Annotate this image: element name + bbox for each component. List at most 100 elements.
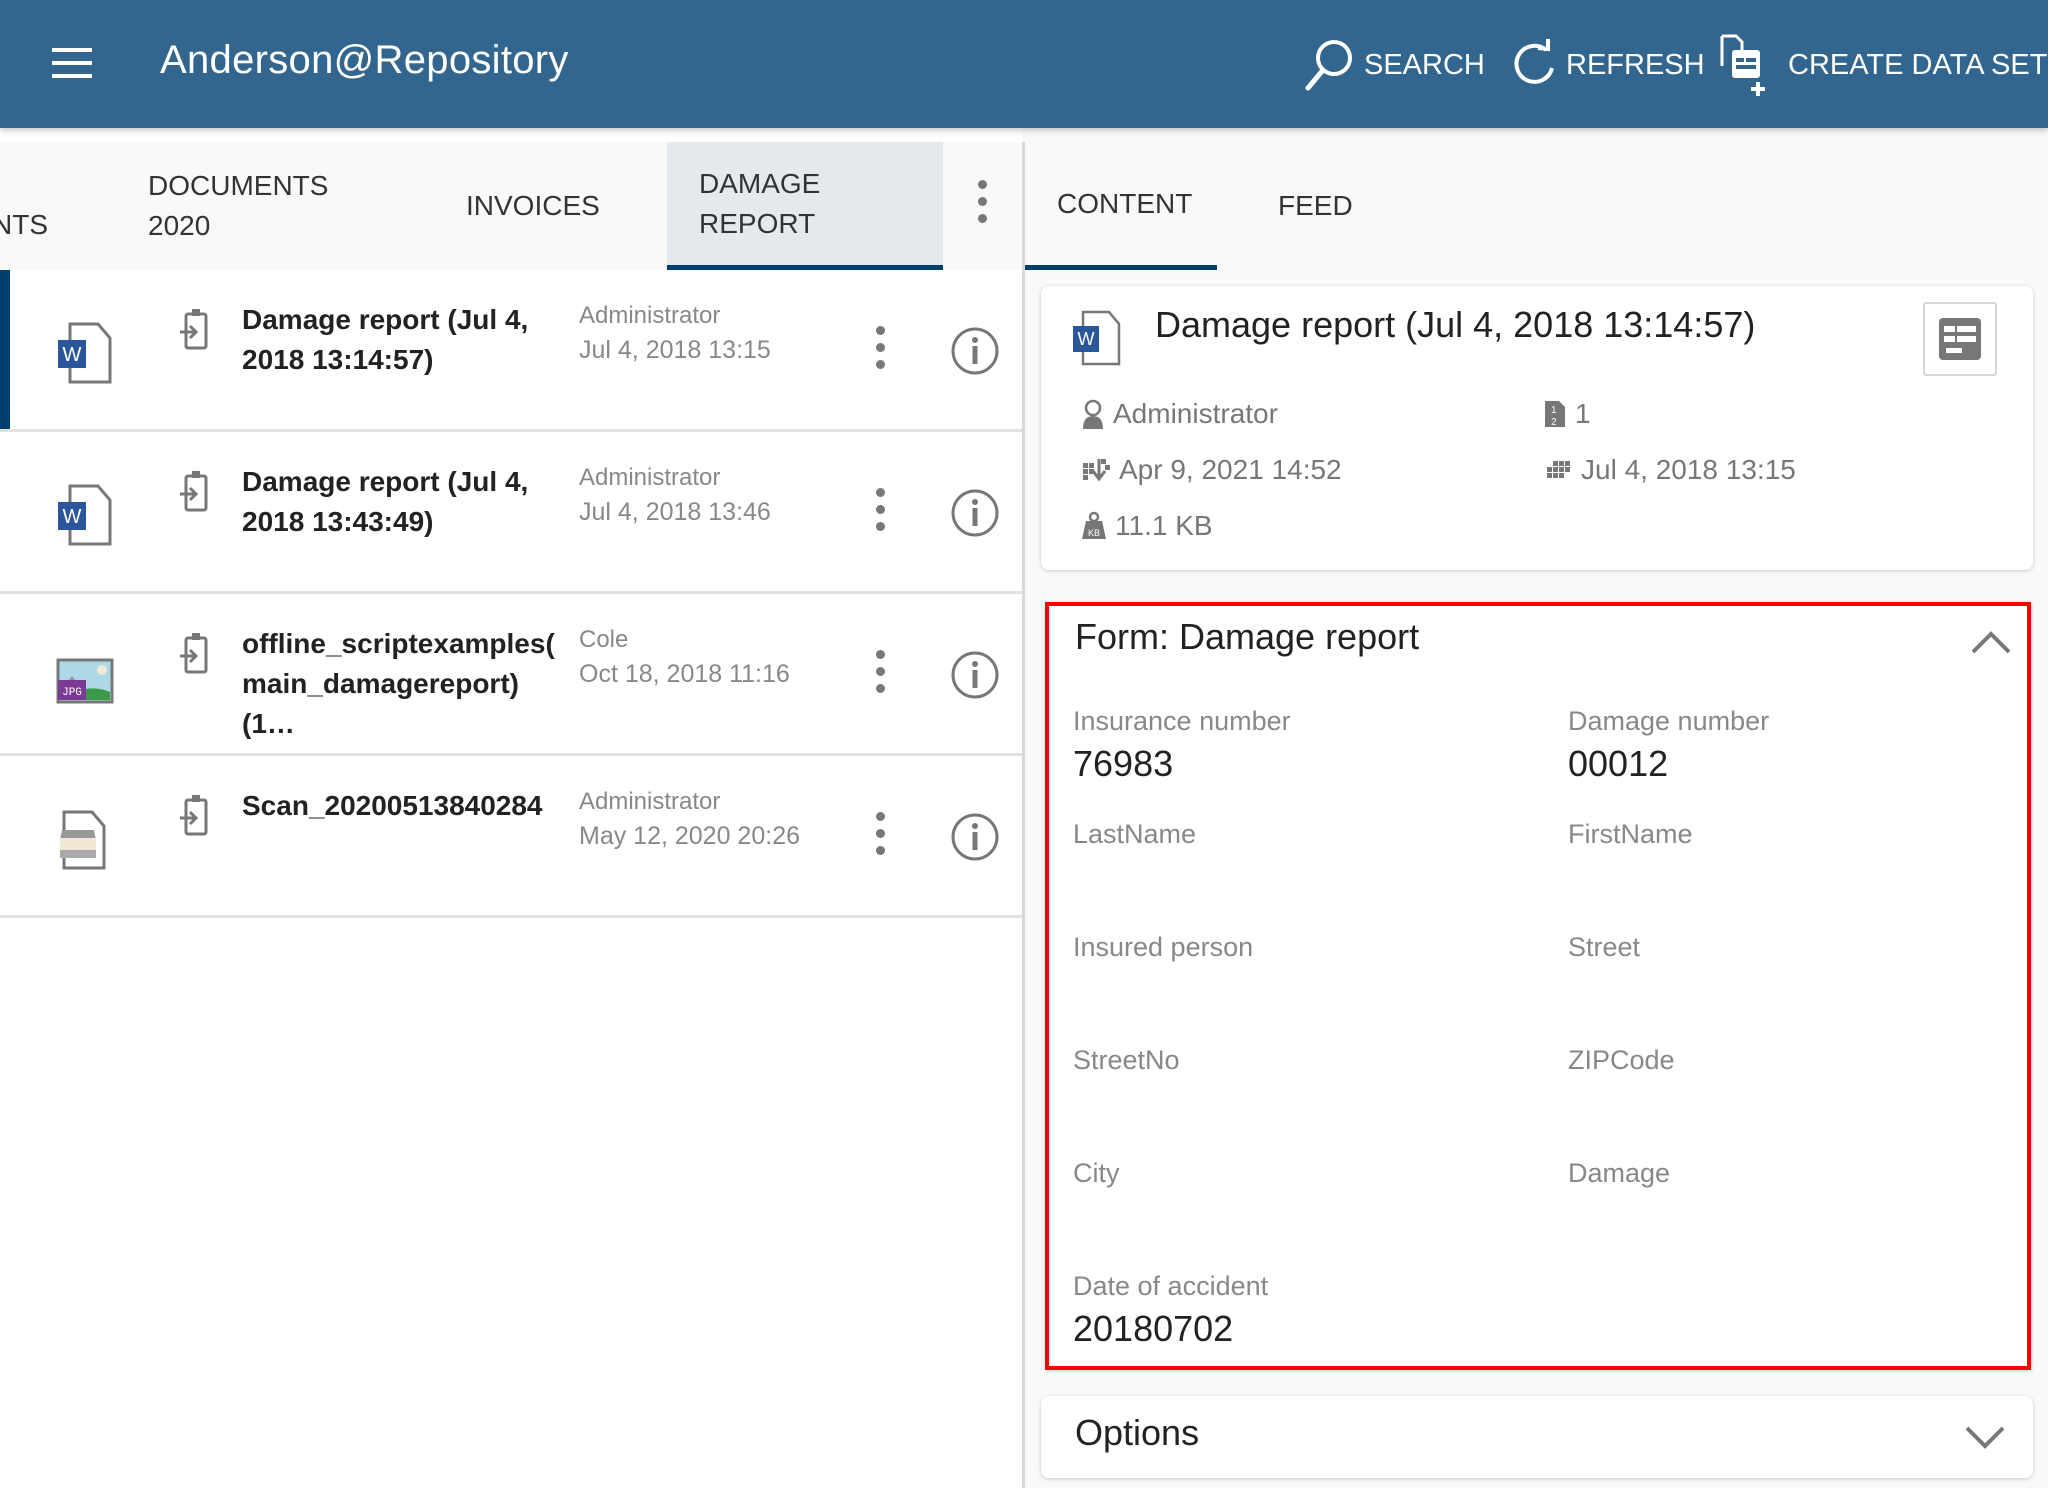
more-vert-icon — [977, 180, 987, 189]
owner-meta: Administrator — [1081, 398, 1278, 430]
tab-label: DOCUMENTS 2020 — [148, 170, 329, 241]
page-count-icon: 12 — [1545, 401, 1565, 428]
form-field: Insurance number 76983 — [1073, 706, 1291, 785]
row-menu-button[interactable] — [870, 650, 890, 702]
create-data-set-button[interactable]: CREATE DATA SET — [1718, 30, 2047, 100]
page-count-value: 1 — [1575, 398, 1591, 429]
info-icon[interactable] — [950, 812, 1000, 862]
created-date-icon — [1547, 461, 1570, 478]
document-owner: Administrator — [579, 788, 721, 815]
form-field: Street — [1568, 932, 1640, 969]
document-name: Damage report (Jul 4, 2018 13:43:49) — [242, 466, 529, 537]
field-label: FirstName — [1568, 819, 1693, 849]
info-icon[interactable] — [950, 326, 1000, 376]
tab-label: CONTENT — [1057, 187, 1193, 219]
svg-text:2: 2 — [1551, 417, 1557, 428]
svg-text:W: W — [1078, 329, 1095, 349]
row-menu-button[interactable] — [870, 326, 890, 378]
scan-file-icon — [60, 810, 106, 870]
search-label: SEARCH — [1364, 48, 1485, 81]
form-field: LastName — [1073, 819, 1196, 856]
svg-text:KB: KB — [1088, 528, 1100, 538]
field-value: 76983 — [1073, 743, 1174, 784]
row-menu-button[interactable] — [870, 488, 890, 540]
more-vert-icon — [875, 650, 885, 659]
search-icon — [1305, 40, 1352, 91]
tab-documents-2020[interactable]: DOCUMENTS 2020 — [148, 142, 408, 270]
create-data-set-icon — [1720, 34, 1765, 96]
document-date: May 12, 2020 20:26 — [579, 822, 800, 850]
created-meta: Jul 4, 2018 13:15 — [1543, 454, 1796, 486]
search-button[interactable]: SEARCH — [1300, 30, 1485, 100]
svg-text:JPG: JPG — [62, 687, 82, 699]
info-icon[interactable] — [950, 650, 1000, 700]
chevron-up-icon[interactable] — [1971, 630, 2011, 654]
tab-content[interactable]: CONTENT — [1025, 142, 1217, 270]
checked-in-icon — [180, 633, 208, 674]
document-title: Damage report (Jul 4, 2018 13:14:57) — [1155, 304, 1756, 345]
modified-value: Apr 9, 2021 14:52 — [1119, 454, 1342, 485]
form-field: ZIPCode — [1568, 1045, 1675, 1082]
word-file-icon: W — [1073, 310, 1121, 366]
tab-documents-partial[interactable]: NTS — [0, 142, 52, 270]
word-file-icon: W — [58, 484, 112, 546]
options-card[interactable]: Options — [1041, 1396, 2033, 1478]
menu-button[interactable] — [52, 48, 92, 78]
word-file-icon: W — [58, 322, 112, 384]
form-field: Damage — [1568, 1158, 1670, 1195]
document-owner: Cole — [579, 626, 629, 653]
detail-pane: CONTENT FEED W Damage report (Jul 4, 201… — [1025, 128, 2048, 1488]
modified-meta: Apr 9, 2021 14:52 — [1081, 454, 1342, 486]
document-date: Jul 4, 2018 13:46 — [579, 498, 771, 526]
tab-label: NTS — [0, 209, 48, 240]
document-info-card: W Damage report (Jul 4, 2018 13:14:57) A… — [1041, 286, 2033, 570]
user-icon — [1083, 399, 1103, 429]
field-label: Date of accident — [1073, 1271, 1269, 1301]
size-meta: KB 11.1 KB — [1081, 510, 1213, 542]
document-name: Damage report (Jul 4, 2018 13:14:57) — [242, 304, 529, 375]
list-item[interactable]: W Damage report (Jul 4, 2018 13:43:49) A… — [0, 432, 1022, 594]
form-view-button[interactable] — [1923, 302, 1997, 376]
form-card: Form: Damage report Insurance number 7698… — [1045, 602, 2031, 1370]
tab-feed[interactable]: FEED — [1278, 142, 1353, 270]
tab-damage-report[interactable]: DAMAGE REPORT — [667, 142, 943, 270]
chevron-down-icon[interactable] — [1965, 1426, 2005, 1450]
field-label: Insured person — [1073, 932, 1254, 962]
modified-date-icon — [1083, 459, 1110, 482]
document-owner: Administrator — [579, 302, 721, 329]
list-item[interactable]: W Damage report (Jul 4, 2018 13:14:57) A… — [0, 270, 1022, 432]
document-date: Jul 4, 2018 13:15 — [579, 336, 771, 364]
field-label: Damage number — [1568, 706, 1770, 736]
field-value: 00012 — [1568, 743, 1669, 784]
field-label: StreetNo — [1073, 1045, 1180, 1075]
list-item[interactable]: Scan_20200513840284 Administrator May 12… — [0, 756, 1022, 918]
form-icon — [1939, 318, 1981, 360]
more-vert-icon — [875, 326, 885, 335]
refresh-label: REFRESH — [1566, 48, 1705, 81]
hamburger-icon-bar — [52, 61, 92, 65]
field-label: Damage — [1568, 1158, 1671, 1188]
row-menu-button[interactable] — [870, 812, 890, 864]
checked-in-icon — [180, 309, 208, 350]
form-field: Insured person — [1073, 932, 1253, 969]
file-size-icon: KB — [1082, 511, 1106, 539]
jpg-image-icon: JPG — [56, 658, 114, 704]
app-title: Anderson@Repository — [160, 38, 569, 82]
form-field: Damage number 00012 — [1568, 706, 1769, 785]
refresh-button[interactable]: REFRESH — [1508, 30, 1705, 100]
svg-text:1: 1 — [1551, 405, 1557, 416]
info-icon[interactable] — [950, 488, 1000, 538]
svg-text:W: W — [63, 344, 82, 366]
field-label: City — [1073, 1158, 1120, 1188]
tab-label: INVOICES — [466, 190, 600, 221]
tab-overflow-menu-button[interactable] — [972, 180, 992, 232]
list-item[interactable]: JPG offline_scriptexamples( main_damager… — [0, 594, 1022, 756]
field-label: LastName — [1073, 819, 1197, 849]
options-title: Options — [1075, 1412, 1200, 1453]
field-label: Insurance number — [1073, 706, 1291, 736]
tab-label: DAMAGE REPORT — [699, 167, 821, 239]
form-field: StreetNo — [1073, 1045, 1180, 1082]
document-owner: Administrator — [579, 464, 721, 491]
form-field: FirstName — [1568, 819, 1693, 856]
tab-invoices[interactable]: INVOICES — [466, 142, 666, 270]
